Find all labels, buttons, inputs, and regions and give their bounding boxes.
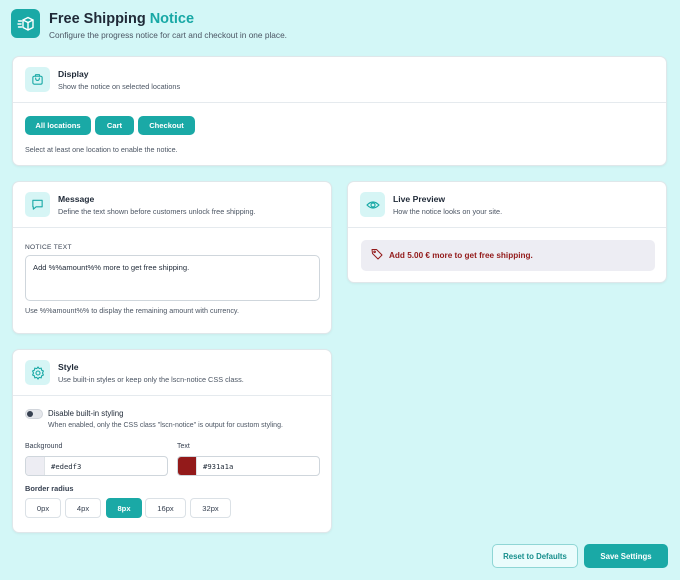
disable-styling-toggle[interactable] xyxy=(25,409,43,419)
display-title: Display xyxy=(58,68,89,79)
shipping-box-logo-icon xyxy=(11,9,40,38)
disable-styling-help: When enabled, only the CSS class "lscn-n… xyxy=(48,422,283,429)
location-all-button[interactable]: All locations xyxy=(25,116,91,135)
border-radius-label: Border radius xyxy=(25,484,74,493)
radius-option-16px[interactable]: 16px xyxy=(145,498,186,518)
live-preview-description: How the notice looks on your site. xyxy=(393,206,503,216)
background-label: Background xyxy=(25,443,63,450)
reset-defaults-button[interactable]: Reset to Defaults xyxy=(492,544,578,568)
notice-text-input[interactable]: Add %%amount%% more to get free shipping… xyxy=(25,255,320,301)
text-color-input[interactable]: #931a1a xyxy=(177,456,320,476)
display-description: Show the notice on selected locations xyxy=(58,81,181,91)
preview-notice-text: Add 5.00 € more to get free shipping. xyxy=(389,251,533,260)
page-header: Free Shipping Notice Configure the progr… xyxy=(11,9,287,40)
eye-icon xyxy=(360,192,385,217)
save-settings-button[interactable]: Save Settings xyxy=(584,544,668,568)
display-card-header: Display Show the notice on selected loca… xyxy=(13,57,666,103)
background-color-swatch[interactable] xyxy=(26,457,45,475)
message-description: Define the text shown before customers u… xyxy=(58,206,256,216)
chat-bubble-icon xyxy=(25,192,50,217)
style-card-header: Style Use built-in styles or keep only t… xyxy=(13,350,331,396)
radius-option-4px[interactable]: 4px xyxy=(65,498,101,518)
text-color-label: Text xyxy=(177,443,190,450)
notice-text-label: NOTICE TEXT xyxy=(25,244,72,251)
location-cart-button[interactable]: Cart xyxy=(95,116,134,135)
live-preview-card-header: Live Preview How the notice looks on you… xyxy=(348,182,666,228)
gear-icon xyxy=(25,360,50,385)
message-card: Message Define the text shown before cus… xyxy=(12,181,332,334)
radius-option-0px[interactable]: 0px xyxy=(25,498,61,518)
preview-notice: Add 5.00 € more to get free shipping. xyxy=(361,240,655,271)
live-preview-card: Live Preview How the notice looks on you… xyxy=(347,181,667,283)
page-title: Free Shipping Notice xyxy=(49,10,287,28)
page-subtitle: Configure the progress notice for cart a… xyxy=(49,30,287,40)
background-color-value: #ededf3 xyxy=(51,461,82,471)
page-title-accent: Notice xyxy=(149,11,195,27)
display-hint: Select at least one location to enable t… xyxy=(25,145,178,154)
text-color-swatch[interactable] xyxy=(178,457,197,475)
location-checkout-button[interactable]: Checkout xyxy=(138,116,195,135)
radius-option-8px[interactable]: 8px xyxy=(106,498,142,518)
tag-icon xyxy=(371,247,383,265)
text-color-value: #931a1a xyxy=(203,461,234,471)
style-card: Style Use built-in styles or keep only t… xyxy=(12,349,332,533)
live-preview-title: Live Preview xyxy=(393,193,446,204)
notice-text-help: Use %%amount%% to display the remaining … xyxy=(25,306,239,315)
cart-icon xyxy=(25,67,50,92)
page-title-main: Free Shipping xyxy=(49,11,146,27)
message-title: Message xyxy=(58,193,95,204)
radius-option-32px[interactable]: 32px xyxy=(190,498,231,518)
style-title: Style xyxy=(58,361,79,372)
disable-styling-label: Disable built-in styling xyxy=(48,409,124,418)
display-card: Display Show the notice on selected loca… xyxy=(12,56,667,166)
style-description: Use built-in styles or keep only the lsc… xyxy=(58,374,244,384)
message-card-header: Message Define the text shown before cus… xyxy=(13,182,331,228)
background-color-input[interactable]: #ededf3 xyxy=(25,456,168,476)
